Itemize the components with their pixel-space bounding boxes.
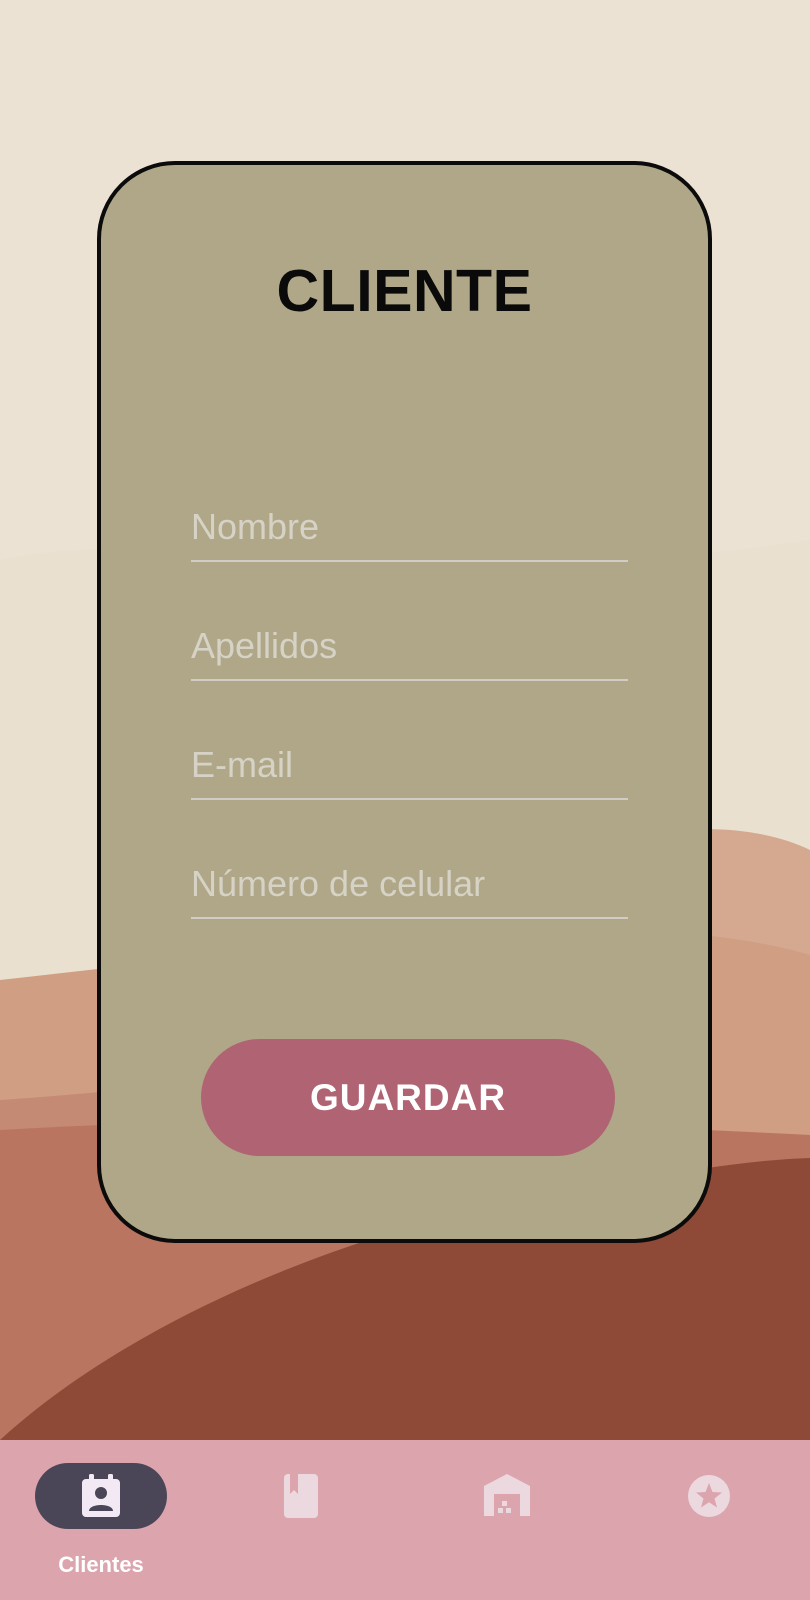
- warehouse-icon: [484, 1474, 530, 1516]
- nav-label-clientes: Clientes: [58, 1552, 144, 1577]
- celular-input[interactable]: [191, 857, 628, 919]
- bottom-navigation: Clientes: [0, 1440, 810, 1600]
- form-title: CLIENTE: [276, 258, 533, 324]
- nav-item-book[interactable]: [240, 1440, 440, 1600]
- contact-calendar-icon: [82, 1474, 120, 1517]
- apellidos-input[interactable]: [191, 619, 628, 681]
- client-form-card: CLIENTE GUARDAR: [97, 161, 712, 1243]
- nombre-input[interactable]: [191, 500, 628, 562]
- star-circle-icon: [688, 1475, 730, 1517]
- book-icon: [284, 1474, 318, 1518]
- nav-item-clientes[interactable]: Clientes: [35, 1440, 235, 1600]
- nav-item-warehouse[interactable]: [440, 1440, 640, 1600]
- guardar-button[interactable]: GUARDAR: [201, 1039, 615, 1156]
- email-input[interactable]: [191, 738, 628, 800]
- nav-item-favorites[interactable]: [645, 1440, 810, 1600]
